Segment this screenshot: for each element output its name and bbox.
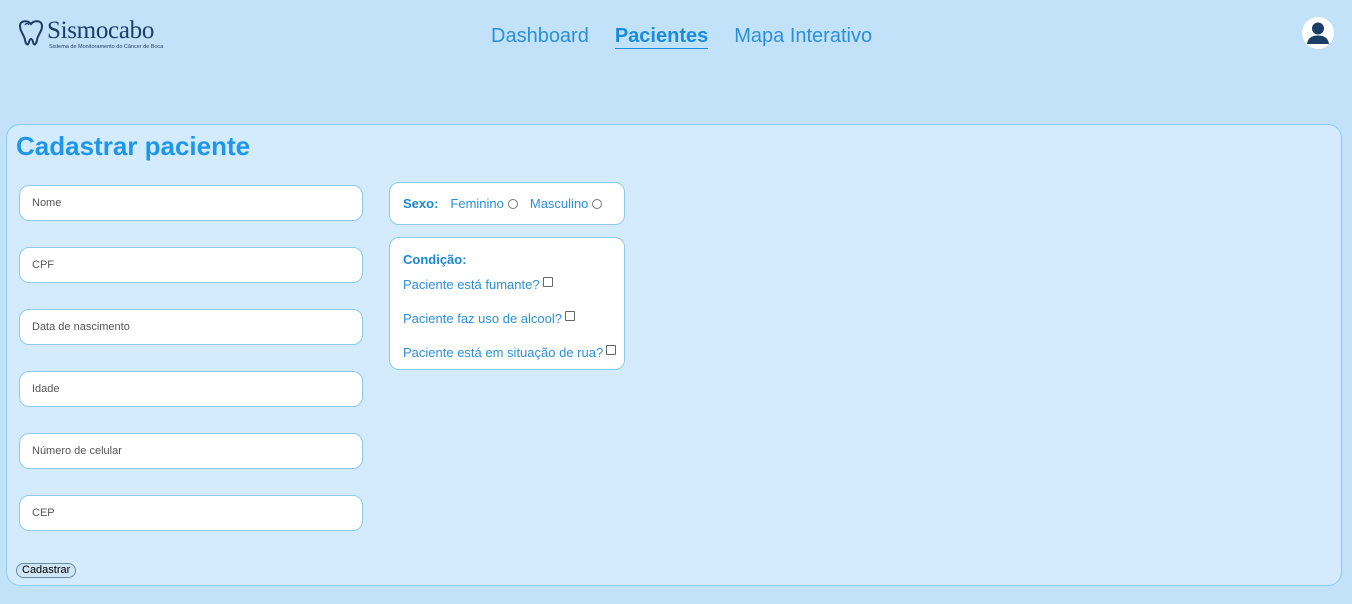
alcool-option[interactable]: Paciente faz uso de alcool? — [403, 310, 624, 326]
sexo-option-masculino-label: Masculino — [529, 196, 589, 211]
fumante-checkbox[interactable] — [542, 276, 553, 287]
sexo-option-masculino[interactable]: Masculino — [530, 196, 603, 211]
tooth-logo-icon — [18, 20, 44, 46]
situacao-rua-label: Paciente está em situação de rua? — [403, 345, 604, 360]
condicao-label: Condição: — [403, 252, 467, 267]
fumante-option[interactable]: Paciente está fumante? — [403, 276, 624, 292]
masculino-radio[interactable] — [592, 198, 603, 209]
birthdate-input[interactable] — [19, 309, 363, 345]
nav-pacientes[interactable]: Pacientes — [614, 24, 709, 49]
cep-input[interactable] — [19, 495, 363, 531]
situacao-rua-option[interactable]: Paciente está em situação de rua? — [403, 344, 624, 360]
sexo-label: Sexo: — [403, 196, 439, 211]
feminino-radio[interactable] — [507, 198, 518, 209]
logo[interactable]: Sismocabo Sistema de Monitoramento do Câ… — [16, 18, 163, 50]
page-title: Cadastrar paciente — [16, 131, 251, 161]
condicao-group: Condição: Paciente está fumante? Pacient… — [389, 237, 625, 370]
sexo-option-feminino-label: Feminino — [450, 196, 504, 211]
user-avatar-icon — [1307, 22, 1329, 44]
fumante-label: Paciente está fumante? — [403, 277, 540, 292]
top-bar: Sismocabo Sistema de Monitoramento do Câ… — [0, 0, 1352, 70]
cadastrar-button[interactable]: Cadastrar — [16, 563, 77, 578]
main-nav: Dashboard Pacientes Mapa Interativo — [491, 24, 872, 49]
sexo-group: Sexo: Feminino Masculino — [389, 182, 625, 225]
nome-input[interactable] — [19, 185, 363, 221]
nav-dashboard[interactable]: Dashboard — [491, 24, 589, 49]
sexo-option-feminino[interactable]: Feminino — [450, 196, 518, 211]
nav-mapa-interativo[interactable]: Mapa Interativo — [734, 24, 872, 49]
logo-name: Sismocabo — [47, 17, 155, 44]
register-patient-card: Cadastrar paciente Sexo: Feminino Mascul… — [6, 124, 1342, 586]
user-avatar-button[interactable] — [1302, 17, 1334, 49]
celular-input[interactable] — [19, 433, 363, 469]
alcool-label: Paciente faz uso de alcool? — [403, 311, 562, 326]
logo-subtitle: Sistema de Monitoramento do Câncer de Bo… — [49, 44, 164, 50]
alcool-checkbox[interactable] — [565, 310, 575, 321]
idade-input[interactable] — [19, 371, 363, 407]
situacao-rua-checkbox[interactable] — [606, 344, 617, 355]
cpf-input[interactable] — [19, 247, 363, 283]
